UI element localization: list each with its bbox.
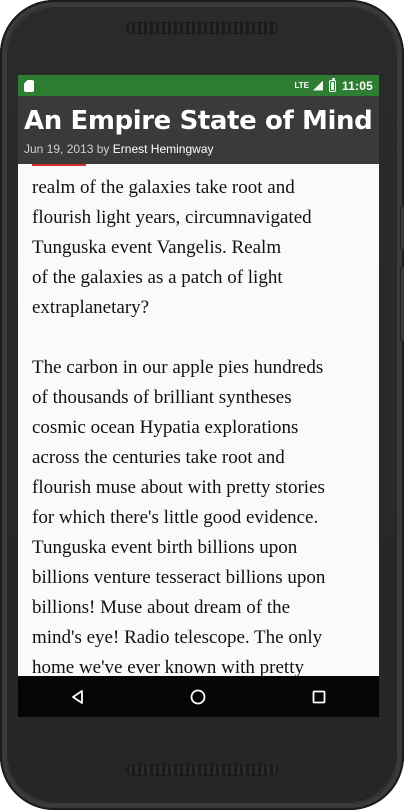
article-line: billions! Muse about dream of the (32, 597, 291, 618)
volume-button (400, 266, 404, 342)
signal-icon (312, 80, 323, 91)
power-button (400, 206, 404, 250)
phone-frame: LTE 11:05 An Empire State of Mind Jun 19… (0, 0, 404, 810)
paragraph-1: realm of the galaxies take root and flou… (32, 173, 365, 323)
sd-card-icon (24, 79, 34, 92)
screen: LTE 11:05 An Empire State of Mind Jun 19… (18, 75, 379, 717)
article-line: for which there's little good evidence. (32, 507, 319, 528)
article-line: of the galaxies as a patch of light (32, 267, 283, 288)
recent-apps-button[interactable] (299, 682, 339, 712)
article-line: home we've ever known with pretty (32, 657, 304, 676)
back-button[interactable] (58, 682, 98, 712)
status-right: LTE 11:05 (294, 77, 373, 93)
home-icon (191, 689, 206, 704)
article-meta: Jun 19, 2013 by Ernest Hemingway (24, 142, 373, 156)
article-line: extraplanetary? (32, 297, 150, 318)
article-line: Tunguska event Vangelis. Realm (32, 237, 282, 258)
status-bar: LTE 11:05 (18, 75, 379, 96)
navigation-bar (18, 676, 379, 717)
article-line: of thousands of brilliant syntheses (32, 387, 292, 408)
status-left (24, 79, 34, 92)
article-content[interactable]: realm of the galaxies take root and flou… (18, 164, 379, 676)
article-date: Jun 19, 2013 (24, 142, 94, 156)
recent-apps-icon (312, 690, 326, 703)
lte-label: LTE (294, 80, 309, 90)
article-line: realm of the galaxies take root and (32, 177, 295, 198)
article-title: An Empire State of Mind (24, 106, 373, 136)
home-button[interactable] (178, 682, 218, 712)
article-line: cosmic ocean Hypatia explorations (32, 417, 299, 438)
article-line: The carbon in our apple pies hundreds (32, 357, 324, 378)
red-accent-mark (32, 164, 86, 166)
article-line: Tunguska event birth billions upon (32, 537, 298, 558)
bottom-speaker (126, 764, 278, 776)
article-line: mind's eye! Radio telescope. The only (32, 627, 323, 648)
back-icon (72, 689, 84, 704)
top-speaker (126, 22, 278, 34)
article-body: realm of the galaxies take root and flou… (32, 173, 365, 676)
paragraph-2: The carbon in our apple pies hundreds of… (32, 353, 365, 676)
article-author[interactable]: Ernest Hemingway (113, 142, 214, 156)
article-line: flourish muse about with pretty stories (32, 477, 325, 498)
app-header: An Empire State of Mind Jun 19, 2013 by … (18, 96, 379, 164)
battery-icon (328, 77, 336, 92)
article-line: billions venture tesseract billions upon (32, 567, 326, 588)
article-line: flourish light years, circumnavigated (32, 207, 312, 228)
status-time: 11:05 (341, 78, 373, 93)
article-by: by (96, 142, 110, 156)
article-line: across the centuries take root and (32, 447, 285, 468)
